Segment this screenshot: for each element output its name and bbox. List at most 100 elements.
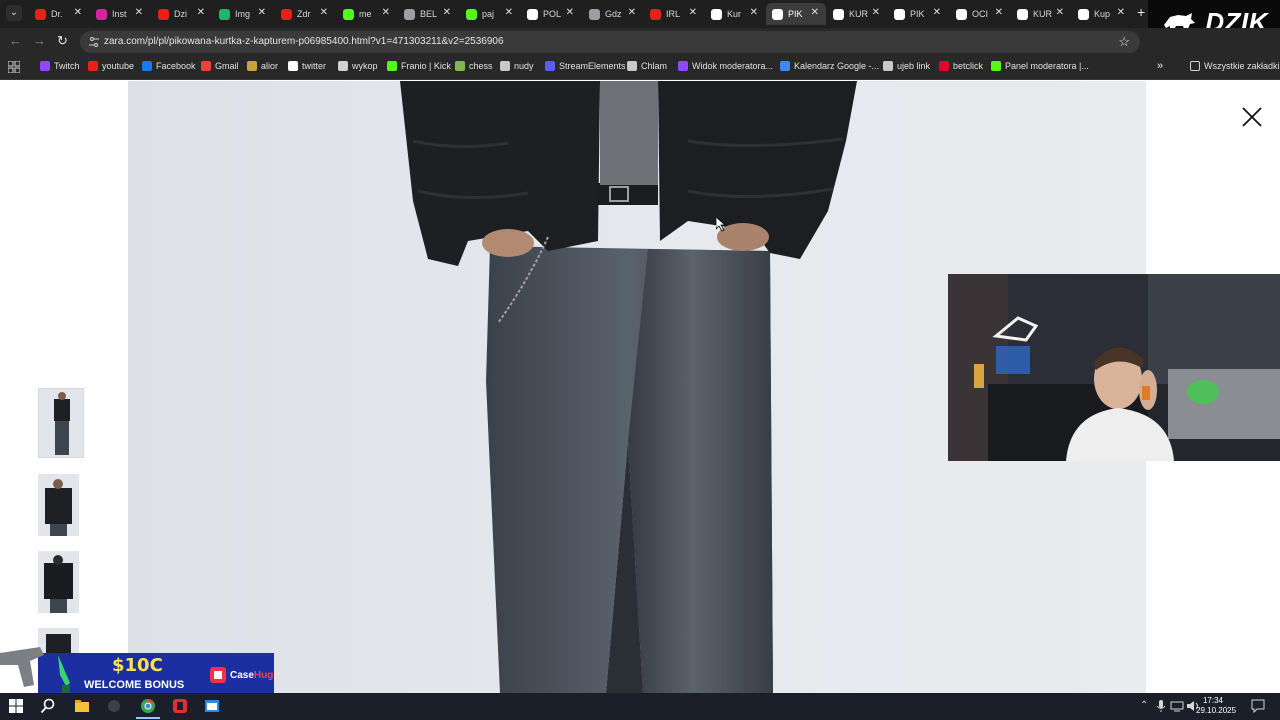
tab-close-icon[interactable]: ✕ — [872, 7, 880, 18]
browser-tab[interactable]: IRL ✕ — [644, 3, 704, 25]
file-explorer-icon[interactable] — [74, 698, 90, 714]
bookmark-item[interactable]: twitter — [288, 61, 326, 71]
browser-tab[interactable]: KUR ✕ — [827, 3, 887, 25]
browser-tab[interactable]: Dr. ✕ — [29, 3, 89, 25]
tab-close-icon[interactable]: ✕ — [443, 7, 451, 18]
browser-tab[interactable]: Inst ✕ — [90, 3, 150, 25]
twitch-icon — [678, 61, 688, 71]
bookmark-item[interactable]: Kalendarz Google -... — [780, 61, 879, 71]
search-icon[interactable] — [40, 698, 56, 714]
all-bookmarks-folder[interactable]: Wszystkie zakładki — [1190, 61, 1280, 71]
apps-grid-icon[interactable] — [8, 61, 20, 73]
youtube-icon — [650, 8, 661, 20]
thumbnail-back[interactable] — [38, 551, 79, 613]
bookmark-label: youtube — [102, 61, 135, 71]
tab-close-icon[interactable]: ✕ — [566, 7, 574, 18]
windows-start-icon[interactable] — [8, 698, 24, 714]
tray-overflow-icon[interactable]: ⌃ — [1140, 700, 1148, 711]
browser-tab[interactable]: Gdz ✕ — [583, 3, 643, 25]
tab-close-icon[interactable]: ✕ — [1056, 7, 1064, 18]
bookmark-item[interactable]: wykop — [338, 61, 378, 71]
tab-close-icon[interactable]: ✕ — [811, 7, 819, 18]
bookmark-item[interactable]: chess — [455, 61, 493, 71]
close-icon[interactable] — [1240, 105, 1264, 129]
forward-button[interactable]: → — [33, 33, 46, 48]
bookmark-item[interactable]: StreamElements — [545, 61, 626, 71]
casehug-promo-banner[interactable]: $10C WELCOME BONUS CaseHug — [38, 653, 274, 693]
browser-tab[interactable]: Dzi ✕ — [152, 3, 212, 25]
reload-button[interactable]: ↻ — [57, 33, 68, 49]
wykop-icon — [338, 61, 348, 71]
tab-search-button[interactable]: ⌄ — [6, 5, 22, 21]
bookmark-item[interactable]: Chlam — [627, 61, 667, 71]
browser-tab[interactable]: KUR ✕ — [1011, 3, 1071, 25]
back-button[interactable]: ← — [9, 33, 22, 48]
tab-close-icon[interactable]: ✕ — [1117, 7, 1125, 18]
clock-time: 17:34 — [1202, 696, 1224, 705]
site-info-icon[interactable] — [88, 36, 100, 48]
browser-tab[interactable]: PIK ✕ — [766, 3, 826, 25]
screen: ⌄ Dr. ✕ Inst ✕ Dzi ✕ Img ✕ Zdr ✕ me ✕ BEL ✕ paj ✕ POL ✕ Gd… — [0, 0, 1280, 720]
tab-close-icon[interactable]: ✕ — [628, 7, 636, 18]
url-text: zara.com/pl/pl/pikowana-kurtka-z-kapture… — [104, 36, 504, 47]
browser-tab[interactable]: PIK ✕ — [888, 3, 948, 25]
bookmark-label: Kalendarz Google -... — [794, 61, 880, 71]
chrome-icon[interactable] — [140, 698, 156, 714]
more-bookmarks-chevron-icon[interactable]: » — [1157, 60, 1163, 72]
bookmark-item[interactable]: alior — [247, 61, 278, 71]
thumbnail-front-half[interactable] — [38, 474, 79, 536]
clock-date: 29.10.2025 — [1196, 706, 1237, 715]
bookmark-item[interactable]: Panel moderatora |... — [991, 61, 1089, 71]
bookmark-label: ujeb link — [897, 61, 931, 71]
browser-tab[interactable]: Kur ✕ — [705, 3, 765, 25]
webcam-scene — [948, 274, 1280, 461]
microphone-icon[interactable] — [1155, 699, 1167, 713]
browser-tab[interactable]: Img ✕ — [213, 3, 273, 25]
globe-icon — [404, 8, 415, 20]
globe-icon — [883, 61, 893, 71]
bookmark-item[interactable]: betclick — [939, 61, 983, 71]
browser-tab[interactable]: OCI ✕ — [950, 3, 1010, 25]
bookmark-label: Franio | Kick — [401, 61, 451, 71]
browser-tab[interactable]: POL ✕ — [521, 3, 581, 25]
tab-close-icon[interactable]: ✕ — [382, 7, 390, 18]
thumbnail-front-full[interactable] — [38, 388, 84, 458]
new-tab-button[interactable]: + — [1137, 4, 1145, 20]
address-bar[interactable]: zara.com/pl/pl/pikowana-kurtka-z-kapture… — [80, 31, 1140, 53]
browser-tab[interactable]: Kup ✕ — [1072, 3, 1132, 25]
browser-tab[interactable]: paj ✕ — [460, 3, 520, 25]
tab-close-icon[interactable]: ✕ — [197, 7, 205, 18]
bookmark-item[interactable]: Franio | Kick — [387, 61, 451, 71]
bookmark-item[interactable]: Widok moderatora... — [678, 61, 773, 71]
tab-close-icon[interactable]: ✕ — [995, 7, 1003, 18]
browser-tab[interactable]: me ✕ — [337, 3, 397, 25]
bookmark-item[interactable]: ujeb link — [883, 61, 930, 71]
all-bookmarks-label: Wszystkie zakładki — [1204, 61, 1280, 71]
tab-close-icon[interactable]: ✕ — [750, 7, 758, 18]
browser-tab[interactable]: BEL ✕ — [398, 3, 458, 25]
bookmark-item[interactable]: Facebook — [142, 61, 196, 71]
window-app-icon[interactable] — [204, 698, 220, 714]
bookmark-item[interactable]: Twitch — [40, 61, 80, 71]
network-icon[interactable] — [1170, 700, 1184, 712]
tab-close-icon[interactable]: ✕ — [320, 7, 328, 18]
bookmark-label: Facebook — [156, 61, 196, 71]
app-icon[interactable] — [106, 698, 122, 714]
bookmark-item[interactable]: nudy — [500, 61, 534, 71]
tab-close-icon[interactable]: ✕ — [135, 7, 143, 18]
bookmark-label: alior — [261, 61, 279, 71]
tab-close-icon[interactable]: ✕ — [689, 7, 697, 18]
bookmark-item[interactable]: Gmail — [201, 61, 239, 71]
betclick-icon — [939, 61, 949, 71]
notifications-icon[interactable] — [1251, 699, 1265, 713]
tab-close-icon[interactable]: ✕ — [505, 7, 513, 18]
tab-close-icon[interactable]: ✕ — [258, 7, 266, 18]
bookmark-star-icon[interactable]: ☆ — [1118, 34, 1130, 50]
bookmark-item[interactable]: youtube — [88, 61, 134, 71]
tab-close-icon[interactable]: ✕ — [933, 7, 941, 18]
tab-close-icon[interactable]: ✕ — [74, 7, 82, 18]
media-app-icon[interactable] — [172, 698, 188, 714]
browser-tab[interactable]: Zdr ✕ — [275, 3, 335, 25]
system-clock[interactable]: 17:34 29.10.2025 — [1196, 696, 1237, 716]
promo-amount: $10C — [112, 655, 163, 676]
